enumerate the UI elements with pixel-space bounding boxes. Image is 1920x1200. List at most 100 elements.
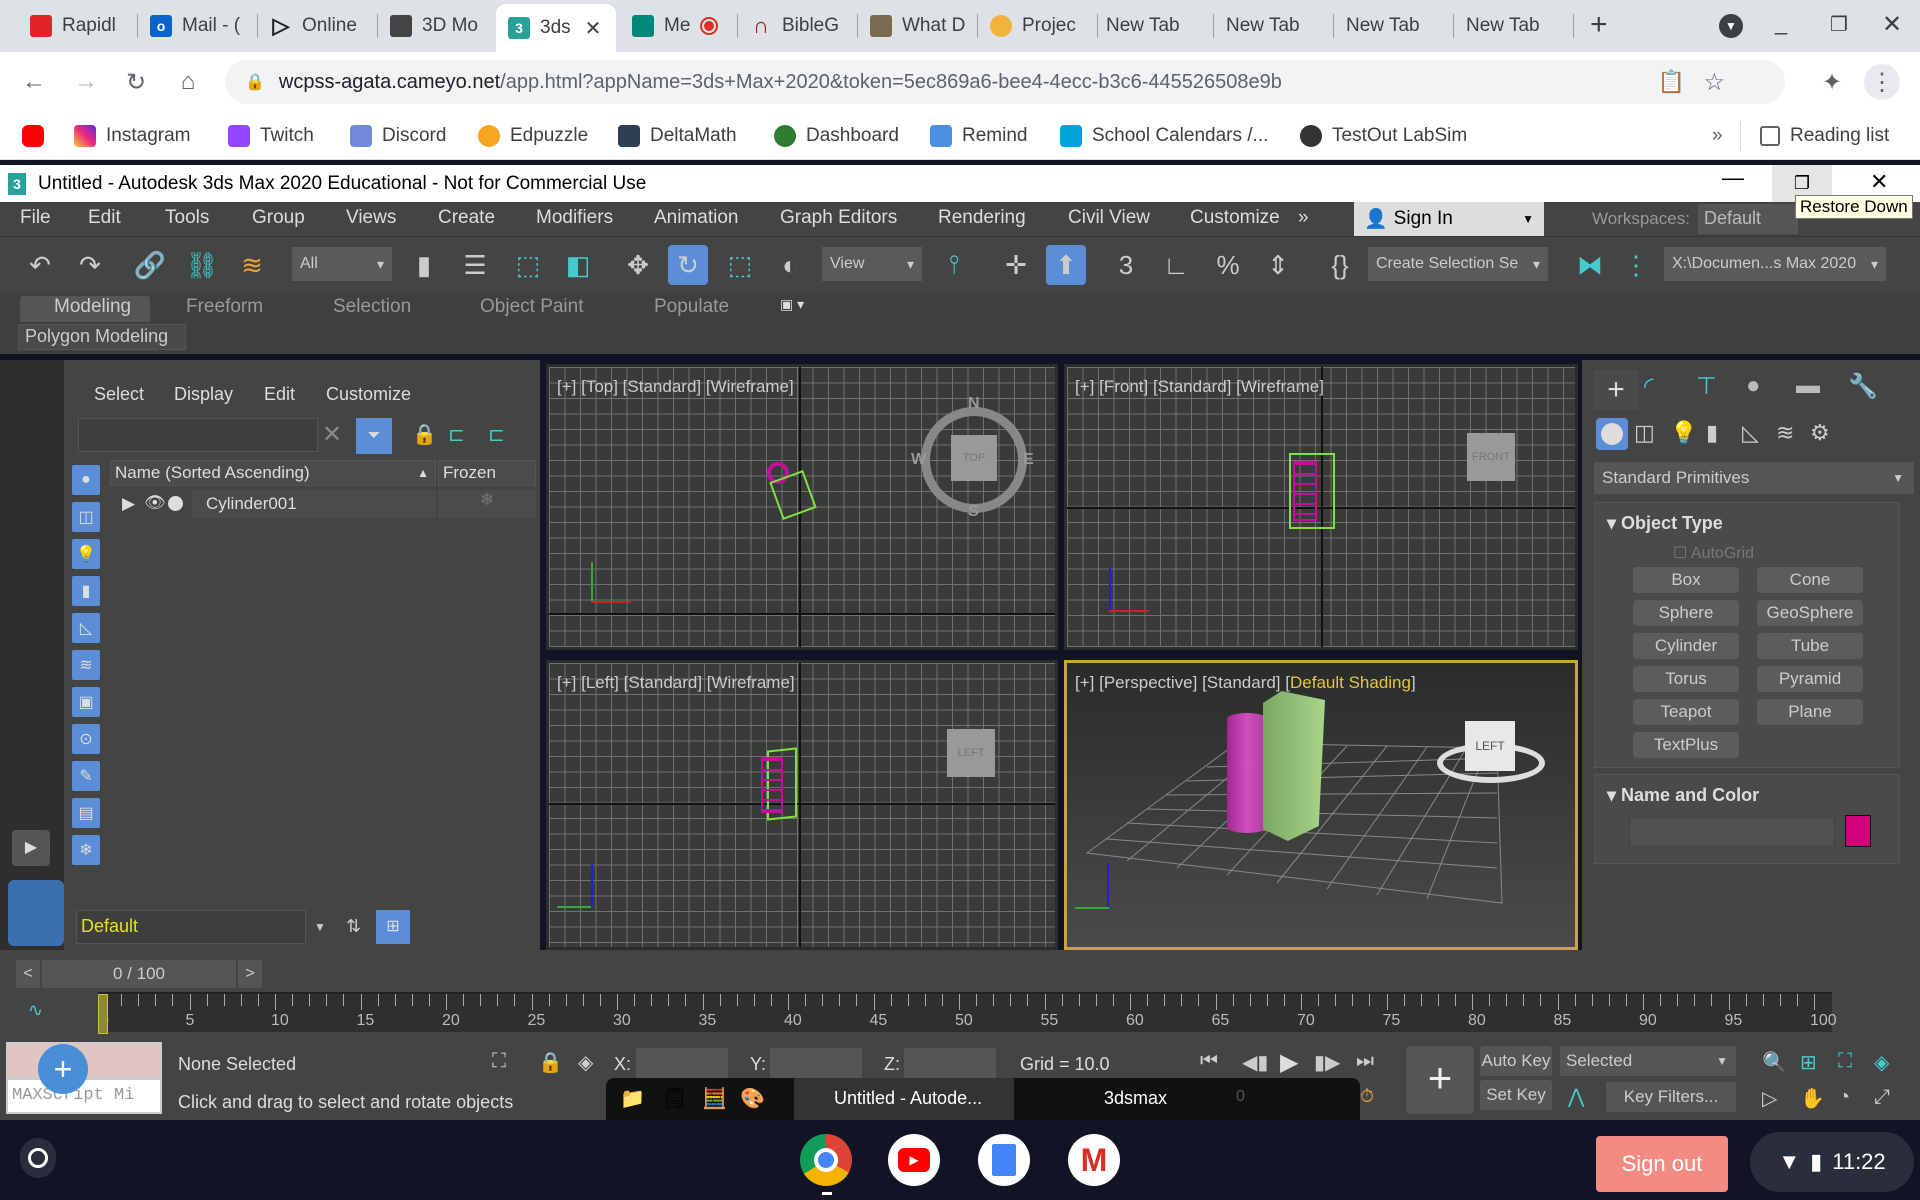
place-icon[interactable]: ◐ xyxy=(770,245,810,285)
filter-containers-icon[interactable]: ▤ xyxy=(72,798,100,828)
bookmark-remind[interactable]: Remind xyxy=(930,122,1027,150)
sphere-button[interactable]: Sphere xyxy=(1633,600,1739,626)
expand-panel-button[interactable]: ▶ xyxy=(12,830,50,866)
viewcube[interactable]: FRONT xyxy=(1467,433,1515,481)
clipboard-icon[interactable]: 📋 xyxy=(1658,69,1685,95)
maxscript-mini-listener[interactable]: MAXScript Mi xyxy=(6,1078,162,1114)
bookmark-star-icon[interactable]: ☆ xyxy=(1703,68,1725,97)
google-docs-icon[interactable] xyxy=(978,1134,1030,1186)
tab-new-2[interactable]: New Tab xyxy=(1214,6,1334,46)
bookmark-discord[interactable]: Discord xyxy=(350,122,446,150)
rollout-header[interactable]: ▾ Object Type xyxy=(1607,513,1723,534)
bookmark-youtube[interactable] xyxy=(22,122,44,150)
tab-rapididentity[interactable]: Rapidl xyxy=(18,6,138,46)
ribbon-tab-selection[interactable]: Selection xyxy=(333,296,411,318)
object-name-input[interactable] xyxy=(1629,817,1835,847)
selection-filter-dropdown[interactable]: All xyxy=(292,247,392,281)
close-window-icon[interactable]: ✕ xyxy=(1882,10,1902,39)
scene-menu-select[interactable]: Select xyxy=(94,384,144,405)
keyboard-shortcut-override-icon[interactable]: ⬆ xyxy=(1046,245,1086,285)
menu-modifiers[interactable]: Modifiers xyxy=(536,207,613,229)
zoom-icon[interactable]: 🔍 xyxy=(1762,1050,1787,1075)
tab-online[interactable]: ▷ Online xyxy=(258,6,378,46)
field-of-view-icon[interactable]: ▷ xyxy=(1762,1086,1777,1111)
taskbar-item-untitled[interactable]: Untitled - Autode... xyxy=(794,1078,1014,1120)
bookmark-edpuzzle[interactable]: Edpuzzle xyxy=(478,122,588,150)
chevron-down-icon[interactable]: ▼ xyxy=(314,920,326,934)
tab-mail[interactable]: o Mail - ( xyxy=(138,6,258,46)
status-tray[interactable]: ▼ ▮ 11:22 xyxy=(1750,1132,1914,1192)
percent-snap-icon[interactable]: % xyxy=(1208,245,1248,285)
tab-3d-modeling[interactable]: 3D Mo xyxy=(378,6,498,46)
chrome-icon[interactable] xyxy=(800,1134,852,1186)
filter-geometry-icon[interactable]: ● xyxy=(72,465,100,495)
tab-project[interactable]: Projec xyxy=(978,6,1098,46)
visibility-eye-icon[interactable]: 👁 xyxy=(144,493,166,513)
absolute-mode-icon[interactable]: ◈ xyxy=(578,1050,593,1075)
viewcube[interactable]: TOP xyxy=(951,435,997,481)
workspaces-dropdown[interactable]: Default xyxy=(1698,204,1798,234)
ribbon-panel-polygon-modeling[interactable]: Polygon Modeling xyxy=(18,324,186,350)
rollout-header[interactable]: ▾ Name and Color xyxy=(1607,785,1759,806)
display-tab-icon[interactable]: ▬ xyxy=(1796,372,1820,400)
app-close-icon[interactable]: ✕ xyxy=(1870,169,1888,195)
previous-frame-icon[interactable]: ◀▮ xyxy=(1242,1050,1268,1075)
tab-3dsmax-active[interactable]: 3 3ds ✕ xyxy=(496,4,616,52)
go-to-start-icon[interactable]: ⏮ xyxy=(1200,1050,1218,1073)
mirror-icon[interactable]: ⧓ xyxy=(1570,245,1610,285)
geometry-category-button[interactable] xyxy=(1596,418,1628,450)
shapes-category-icon[interactable]: ◫ xyxy=(1634,420,1655,446)
z-coordinate-input[interactable] xyxy=(904,1048,996,1078)
filter-bones-icon[interactable]: ✎ xyxy=(72,761,100,791)
tab-search-icon[interactable]: ▼ xyxy=(1719,14,1743,38)
hierarchy-icon[interactable]: ⊏ xyxy=(448,422,465,447)
pan-hand-icon[interactable]: ✋ xyxy=(1800,1086,1825,1111)
viewport-layout-button[interactable] xyxy=(8,880,64,946)
ribbon-tab-object-paint[interactable]: Object Paint xyxy=(480,296,584,318)
utilities-tab-wrench-icon[interactable]: 🔧 xyxy=(1848,372,1878,401)
filter-shapes-icon[interactable]: ◫ xyxy=(72,502,100,532)
restore-icon[interactable]: ❐ xyxy=(1830,12,1848,37)
bookmark-school-calendars[interactable]: School Calendars /... xyxy=(1060,122,1268,150)
menu-animation[interactable]: Animation xyxy=(654,207,739,229)
youtube-icon[interactable]: ▶ xyxy=(888,1134,940,1186)
menu-graph-editors[interactable]: Graph Editors xyxy=(780,207,897,229)
create-tab-plus-icon[interactable]: + xyxy=(1594,370,1638,410)
filter-groups-icon[interactable]: ▣ xyxy=(72,687,100,717)
select-by-name-icon[interactable]: ☰ xyxy=(455,245,495,285)
ribbon-tab-modeling[interactable]: Modeling xyxy=(54,296,131,318)
time-slider[interactable]: 0 / 100 xyxy=(42,960,236,988)
launcher-button[interactable] xyxy=(20,1138,56,1178)
tab-new-1[interactable]: New Tab xyxy=(1094,6,1214,46)
time-configuration-icon[interactable]: ⏱ xyxy=(1360,1086,1374,1107)
hierarchy-mode-icon[interactable]: ⊞ xyxy=(376,910,410,944)
scene-search-input[interactable] xyxy=(78,418,318,452)
object-color-swatch[interactable] xyxy=(1845,815,1871,847)
home-icon[interactable]: ⌂ xyxy=(170,64,206,100)
hierarchy-tab-icon[interactable]: ⊤ xyxy=(1696,372,1717,401)
set-key-button[interactable]: Set Key xyxy=(1480,1080,1552,1110)
bookmarks-overflow-button[interactable]: » xyxy=(1712,122,1723,150)
address-bar[interactable]: 🔒 wcpss-agata.cameyo.net/app.html?appNam… xyxy=(225,60,1785,104)
frame-input[interactable]: 0 xyxy=(1236,1088,1245,1106)
viewcube[interactable]: LEFT xyxy=(947,729,995,777)
textplus-button[interactable]: TextPlus xyxy=(1633,732,1739,758)
plane-button[interactable]: Plane xyxy=(1757,699,1863,725)
notepad-icon[interactable]: 🗒 xyxy=(662,1086,687,1111)
zoom-extents-all-icon[interactable]: ◈ xyxy=(1874,1050,1889,1075)
bookmark-twitch[interactable]: Twitch xyxy=(228,122,314,150)
filter-spacewarps-icon[interactable]: ≋ xyxy=(72,650,100,680)
tab-biblegateway[interactable]: ∩ BibleG xyxy=(738,6,858,46)
set-key-big-button[interactable]: + xyxy=(1406,1046,1474,1114)
named-selection-dropdown[interactable]: Create Selection Se xyxy=(1368,247,1548,281)
back-icon[interactable]: ← xyxy=(16,64,52,100)
app-minimize-icon[interactable]: — xyxy=(1722,165,1744,191)
autogrid-checkbox[interactable]: ☐ AutoGrid xyxy=(1673,543,1754,563)
spacewarps-category-icon[interactable]: ≋ xyxy=(1776,420,1794,446)
rectangular-selection-icon[interactable]: ⬚ xyxy=(508,245,548,285)
menu-edit[interactable]: Edit xyxy=(88,207,121,229)
zoom-all-icon[interactable]: ⊞ xyxy=(1800,1050,1817,1075)
go-to-end-icon[interactable]: ⏭ xyxy=(1356,1050,1374,1073)
table-row[interactable]: ▶ 👁 Cylinder001 ❄ xyxy=(110,490,536,518)
viewport-top[interactable]: [+] [Top] [Standard] [Wireframe] TOP N E… xyxy=(546,364,1058,650)
